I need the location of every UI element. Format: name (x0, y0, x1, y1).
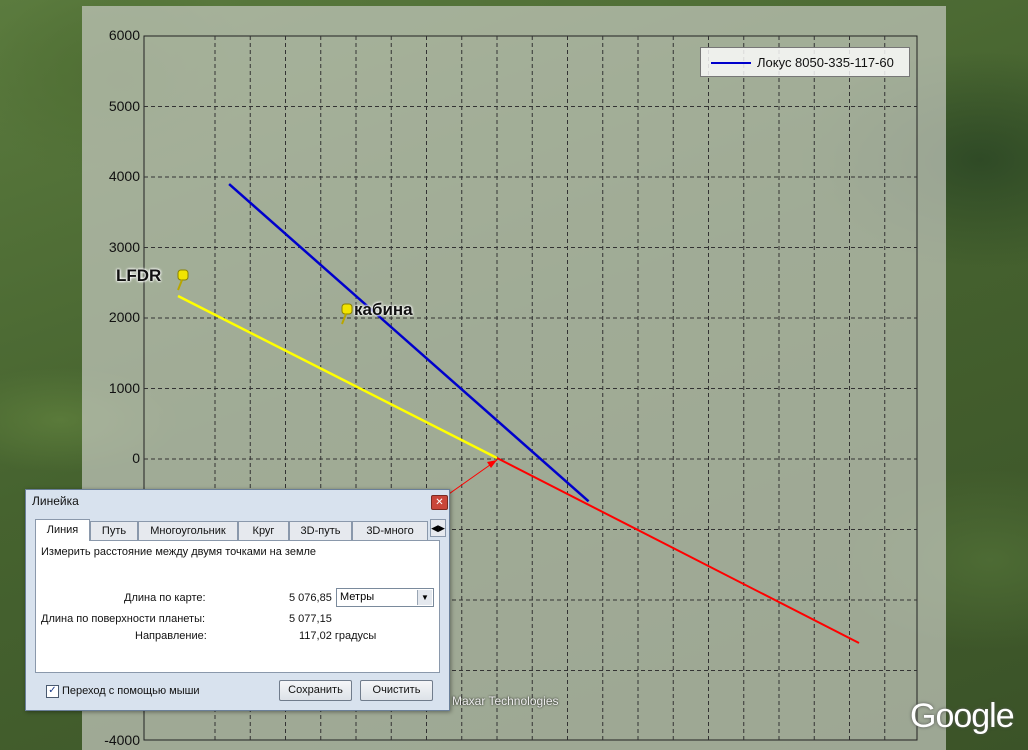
lfdr-pin-icon[interactable] (174, 268, 192, 292)
tab-3d-path[interactable]: 3D-путь (289, 521, 352, 540)
y-tick-label: 0 (132, 450, 140, 466)
y-tick-label: 6000 (108, 27, 140, 43)
close-icon[interactable]: ✕ (431, 495, 448, 510)
heading-value: 117,02 градусы (299, 630, 377, 642)
y-tick-label: 1000 (108, 379, 140, 396)
y-tick-label: 2000 (108, 309, 140, 325)
clear-button[interactable]: Очистить (360, 680, 433, 701)
lfdr-label[interactable]: LFDR (116, 266, 161, 286)
mouse-navigation-checkbox[interactable]: ✓ (46, 685, 59, 698)
plot-series (228, 183, 590, 503)
map-length-label: Длина по карте: (124, 592, 206, 604)
chart-legend: Локус 8050-335-117-60 (700, 47, 910, 77)
tab-scroll-arrows-icon[interactable]: ◀▶ (430, 519, 446, 537)
ruler-leader-arrow (487, 460, 497, 468)
map-length-value: 5 076,85 (289, 592, 332, 604)
unit-select-value: Метры (340, 591, 375, 603)
tab-path[interactable]: Путь (90, 521, 138, 540)
kabina-label[interactable]: кабина (354, 300, 413, 320)
save-button[interactable]: Сохранить (279, 680, 352, 701)
surface-length-value: 5 077,15 (289, 613, 332, 625)
tab-polygon[interactable]: Многоугольник (138, 521, 238, 540)
surface-length-label: Длина по поверхности планеты: (41, 613, 206, 625)
tab-line[interactable]: Линия (35, 519, 90, 541)
ruler-tabs: Линия Путь Многоугольник Круг 3D-путь 3D… (35, 519, 440, 541)
ruler-dialog[interactable]: Линейка ✕ Линия Путь Многоугольник Круг … (25, 489, 450, 711)
y-tick-label: 3000 (108, 238, 140, 255)
legend-line-swatch (711, 62, 751, 64)
ruler-line-panel: Измерить расстояние между двумя точками … (35, 540, 440, 673)
y-tick-label: 5000 (108, 97, 140, 114)
copyright-text: Maxar Technologies (452, 694, 559, 708)
y-tick-label: -4000 (104, 732, 140, 748)
ruler-description: Измерить расстояние между двумя точками … (41, 546, 317, 558)
mouse-navigation-label[interactable]: Переход с помощью мыши (62, 685, 200, 697)
ruler-title: Линейка (32, 494, 79, 508)
heading-label: Направление: (135, 630, 207, 642)
chevron-down-icon[interactable]: ▼ (417, 590, 432, 605)
y-tick-label: 4000 (108, 168, 140, 184)
series-line-0 (228, 183, 590, 503)
tab-circle[interactable]: Круг (238, 521, 289, 540)
tab-3d-polygon[interactable]: 3D-много (352, 521, 428, 540)
ruler-measure-line (496, 457, 860, 644)
unit-select[interactable]: Метры ▼ (336, 588, 434, 607)
google-logo: Google (910, 697, 1015, 735)
legend-series-label: Локус 8050-335-117-60 (757, 55, 894, 70)
